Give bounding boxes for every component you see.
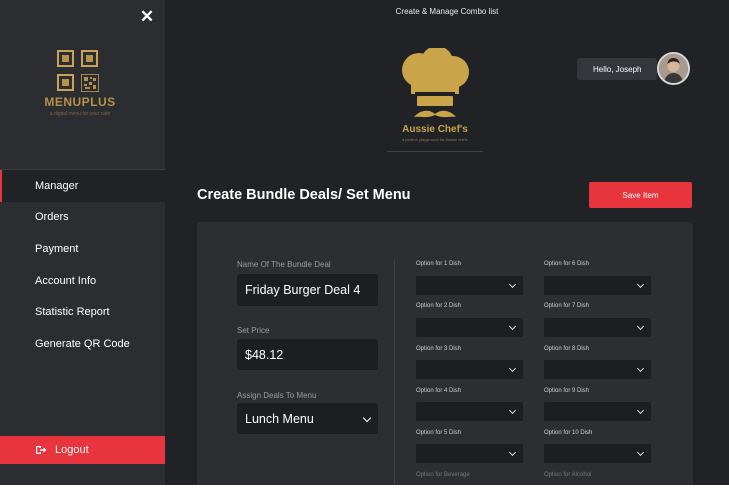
bundle-name-field[interactable]: Friday Burger Deal 4	[237, 274, 378, 306]
sidebar-item-label: Orders	[35, 211, 69, 224]
assign-menu-value: Lunch Menu	[245, 411, 314, 426]
chevron-down-icon	[636, 280, 645, 289]
price-value: $48.12	[245, 347, 284, 362]
sidebar-item-label: Account Info	[35, 274, 97, 287]
chevron-down-icon	[508, 364, 517, 373]
option-select-5[interactable]	[416, 444, 523, 463]
chevron-down-icon	[636, 364, 645, 373]
chevron-down-icon	[636, 406, 645, 415]
save-item-button[interactable]: Save Item	[589, 182, 692, 208]
option-label-alcohol: Option for Alcohol	[544, 472, 592, 478]
avatar[interactable]	[657, 52, 690, 85]
restaurant-brand: Aussie Chef's a perfect playground for A…	[387, 48, 483, 152]
chef-hat-icon	[402, 48, 469, 118]
option-select-4[interactable]	[416, 402, 523, 421]
sidebar-item-payment[interactable]: Payment	[0, 233, 165, 265]
option-label-8: Option for 8 Dish	[544, 346, 590, 352]
option-label-3: Option for 3 Dish	[416, 346, 462, 352]
assign-menu-select[interactable]: Lunch Menu	[237, 403, 378, 434]
option-label-7: Option for 7 Dish	[544, 303, 590, 309]
sidebar-item-generate-qr-code[interactable]: Generate QR Code	[0, 328, 165, 360]
greeting-text: Hello, Joseph	[593, 64, 642, 74]
chevron-down-icon	[508, 406, 517, 415]
logo-wordmark: MENUPLUS	[44, 95, 116, 109]
price-label: Set Price	[237, 326, 270, 335]
chevron-down-icon	[636, 322, 645, 331]
logout-button[interactable]: Logout	[0, 436, 165, 464]
chevron-down-icon	[508, 448, 517, 457]
price-field[interactable]: $48.12	[237, 339, 378, 370]
chevron-down-icon	[362, 413, 372, 422]
chevron-down-icon	[508, 280, 517, 289]
sidebar: MENUPLUS a digital menu for your cafe ✕ …	[0, 0, 165, 485]
page-title: Create Bundle Deals/ Set Menu	[197, 187, 411, 203]
option-label-2: Option for 2 Dish	[416, 303, 462, 309]
option-select-3[interactable]	[416, 360, 523, 379]
option-label-beverage: Option for Beverage	[416, 472, 470, 478]
user-greeting[interactable]: Hello, Joseph	[577, 58, 657, 80]
option-select-1[interactable]	[416, 276, 523, 295]
restaurant-name: Aussie Chef's	[402, 124, 468, 135]
option-select-10[interactable]	[544, 444, 651, 463]
logout-icon	[36, 446, 47, 454]
option-select-9[interactable]	[544, 402, 651, 421]
option-label-10: Option for 10 Dish	[544, 430, 593, 436]
logout-label: Logout	[55, 444, 89, 456]
menuplus-logo-icon	[57, 50, 103, 92]
option-select-2[interactable]	[416, 318, 523, 337]
sidebar-item-manager[interactable]: Manager	[0, 170, 165, 202]
bundle-form-card: Name Of The Bundle Deal Friday Burger De…	[197, 222, 693, 485]
restaurant-tagline: a perfect playground for Aussie chefs	[402, 137, 468, 142]
option-label-5: Option for 5 Dish	[416, 430, 462, 436]
sidebar-item-label: Generate QR Code	[35, 337, 130, 350]
main-content: Create & Manage Combo list Aussie Chef's…	[165, 0, 729, 485]
page-caption: Create & Manage Combo list	[395, 7, 499, 16]
chevron-down-icon	[636, 448, 645, 457]
assign-label: Assign Deals To Menu	[237, 391, 317, 400]
form-divider	[394, 260, 395, 485]
sidebar-item-label: Statistic Report	[35, 306, 110, 319]
close-icon[interactable]: ✕	[139, 8, 155, 26]
bundle-name-value: Friday Burger Deal 4	[245, 283, 361, 297]
bundle-name-label: Name Of The Bundle Deal	[237, 260, 331, 269]
sidebar-item-orders[interactable]: Orders	[0, 202, 165, 234]
chevron-down-icon	[508, 322, 517, 331]
option-label-6: Option for 6 Dish	[544, 261, 590, 267]
logo-tagline: a digital menu for your cafe	[49, 111, 111, 117]
sidebar-item-label: Payment	[35, 242, 79, 255]
option-label-4: Option for 4 Dish	[416, 388, 462, 394]
sidebar-item-statistic-report[interactable]: Statistic Report	[0, 296, 165, 328]
sidebar-item-label: Manager	[35, 179, 79, 192]
option-select-8[interactable]	[544, 360, 651, 379]
sidebar-nav: Manager Orders Payment Account Info Stat…	[0, 170, 165, 360]
option-label-1: Option for 1 Dish	[416, 261, 462, 267]
option-select-7[interactable]	[544, 318, 651, 337]
option-label-9: Option for 9 Dish	[544, 388, 590, 394]
option-select-6[interactable]	[544, 276, 651, 295]
sidebar-item-account-info[interactable]: Account Info	[0, 265, 165, 297]
